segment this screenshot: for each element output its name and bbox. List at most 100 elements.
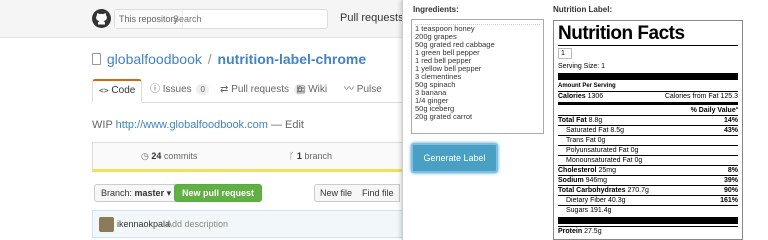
latest-commit-bar: ikennaokpala Add description [92, 210, 412, 238]
repo-separator: / [207, 51, 212, 67]
tab-label: Issues [162, 84, 192, 95]
calories-value: 1306 [587, 93, 604, 100]
nutrient-value: 946mg [583, 177, 608, 184]
nutrient-row: Sodium 946mg 39% [558, 175, 738, 185]
nutrient-name-value: Total Fat 8.8g [558, 116, 602, 125]
nutrient-label: Protein [558, 228, 583, 235]
amount-per-serving-label: Amount Per Serving [558, 83, 616, 89]
medium-divider [558, 102, 738, 105]
ingredients-label: Ingredients: [413, 5, 459, 14]
branch-prefix: Branch: [101, 188, 133, 198]
nutrient-row: Sugars 191.4g [558, 205, 738, 215]
commits-stat[interactable]: ◷ 24 commits [141, 151, 197, 162]
repo-book-icon [92, 53, 101, 65]
servings-stepper[interactable]: 1 [558, 48, 572, 59]
repo-title: globalfoodbook / nutrition-label-chrome [92, 51, 366, 67]
nutrient-row: Polyunsaturated Fat 0g [558, 145, 738, 155]
branches-label: branch [304, 151, 332, 161]
branches-stat[interactable]: ᚴ 1 branch [289, 151, 332, 161]
amount-per-serving: Amount Per Serving [558, 82, 738, 91]
nutrient-name-value: Dietary Fiber 40.3g [566, 196, 626, 205]
nutrient-rows: Total Fat 8.8g 14% Saturated Fat 8.5g 43% Tr… [558, 115, 738, 236]
nutrient-value: 191.4g [588, 207, 612, 214]
nutrient-label: Cholesterol [558, 167, 597, 174]
tab-issues[interactable]: ⓘ Issues 0 [150, 79, 209, 103]
nutrient-name-value: Protein 27.5g [558, 227, 602, 236]
pull-request-icon: ⇄ [220, 84, 229, 95]
tab-wiki[interactable]: ▤ Wiki [296, 79, 327, 103]
nutrient-row: Protein 27.5g [558, 226, 738, 236]
thick-divider [558, 217, 738, 224]
nutrient-row: Cholesterol 25mg 8% [558, 165, 738, 175]
tab-pull-requests[interactable]: ⇄ Pull requests 0 [220, 79, 307, 103]
issue-icon: ⓘ [150, 84, 160, 95]
repo-search[interactable]: This repository [114, 9, 328, 29]
nutrient-name-value: Sodium 946mg [558, 176, 607, 185]
nutrient-name-value: Cholesterol 25mg [558, 166, 616, 175]
calories-from-fat: Calories from Fat 125.3 [664, 93, 738, 100]
ingredients-textarea[interactable]: 1 teaspoon honey 200g grapes 50g grated … [411, 19, 544, 134]
nutrient-label: Polyunsaturated Fat [566, 147, 629, 154]
new-file-button[interactable]: New file [314, 184, 359, 202]
nutrient-row: Total Fat 8.8g 14% [558, 115, 738, 125]
nutrient-row: Dietary Fiber 40.3g 161% [558, 195, 738, 205]
commit-author[interactable]: ikennaokpala [117, 219, 170, 229]
nutrient-label: Trans Fat [566, 137, 596, 144]
extension-popup: Ingredients: Nutrition Label: 1 teaspoon… [402, 0, 768, 240]
nutrient-name-value: Sugars 191.4g [566, 206, 612, 215]
branch-select-button[interactable]: Branch: master ▾ [94, 184, 179, 202]
repo-description: WIP http://www.globalfoodbook.com — Edit [92, 119, 304, 131]
nutrition-label-label: Nutrition Label: [553, 5, 613, 14]
thick-divider [558, 73, 738, 80]
nutrient-daily-percent: 161% [720, 197, 738, 204]
edit-link[interactable]: — Edit [271, 119, 304, 131]
header-link-pull-requests[interactable]: Pull requests [340, 12, 404, 24]
search-input[interactable] [173, 10, 323, 28]
nutrient-daily-percent: 90% [723, 187, 738, 194]
repo-name-link[interactable]: nutrition-label-chrome [218, 51, 367, 67]
daily-value-header: % Daily Value * [690, 107, 738, 114]
tab-code[interactable]: <> Code [92, 79, 143, 103]
nutrition-facts-label: Nutrition Facts 1 Serving Size: 1 Amount… [553, 20, 743, 240]
nutrient-name-value: Polyunsaturated Fat 0g [566, 146, 638, 155]
commits-count: 24 [151, 151, 162, 161]
nutrient-value: 0g [628, 147, 639, 154]
website-link[interactable]: http://www.globalfoodbook.com [116, 119, 268, 131]
branch-value: master [134, 188, 165, 198]
caret-down-icon: ▾ [166, 188, 172, 198]
nutrient-name-value: Monounsaturated Fat 0g [566, 156, 642, 165]
repo-stats-bar: ◷ 24 commits ᚴ 1 branch [92, 142, 412, 172]
nutrient-name-value: Trans Fat 0g [566, 136, 605, 145]
nutrient-value: 270.7g [625, 187, 649, 194]
tab-pulse[interactable]: 〰 Pulse [344, 79, 382, 103]
history-icon: ◷ [141, 151, 149, 161]
tab-label: Pull requests [231, 84, 289, 95]
commit-description[interactable]: Add description [166, 219, 228, 229]
nutrient-daily-percent: 43% [723, 127, 738, 134]
nutrient-label: Sugars [566, 207, 589, 214]
calories-label: Calories [558, 93, 586, 100]
nutrient-row: Monounsaturated Fat 0g [558, 155, 738, 165]
new-pull-request-button[interactable]: New pull request [174, 184, 263, 202]
nutrient-label: Monounsaturated Fat [566, 157, 633, 164]
tab-label: Code [111, 85, 136, 96]
nutrient-daily-percent: 39% [723, 177, 738, 184]
avatar[interactable] [99, 217, 114, 232]
commits-label: commits [163, 151, 198, 161]
nutrient-name-value: Total Carbohydrates 270.7g [558, 186, 649, 195]
nutrient-row: Saturated Fat 8.5g 43% [558, 125, 738, 135]
serving-size: Serving Size: 1 [558, 63, 606, 70]
nutrient-row: Trans Fat 0g [558, 135, 738, 145]
nutrient-value: 40.3g [606, 197, 626, 204]
repo-owner-link[interactable]: globalfoodbook [107, 51, 202, 67]
description-text: WIP [92, 119, 113, 131]
nutrient-value: 8.5g [608, 127, 624, 134]
code-icon: <> [99, 86, 109, 95]
nutrient-name-value: Saturated Fat 8.5g [566, 126, 624, 135]
tab-label: Pulse [356, 84, 382, 95]
generate-label-button[interactable]: Generate Label [411, 143, 498, 173]
github-logo-icon[interactable] [92, 9, 111, 28]
nutrient-daily-percent: 8% [727, 167, 738, 174]
find-file-button[interactable]: Find file [357, 184, 400, 202]
ingredient-line: 20g grated carrot [415, 112, 473, 121]
